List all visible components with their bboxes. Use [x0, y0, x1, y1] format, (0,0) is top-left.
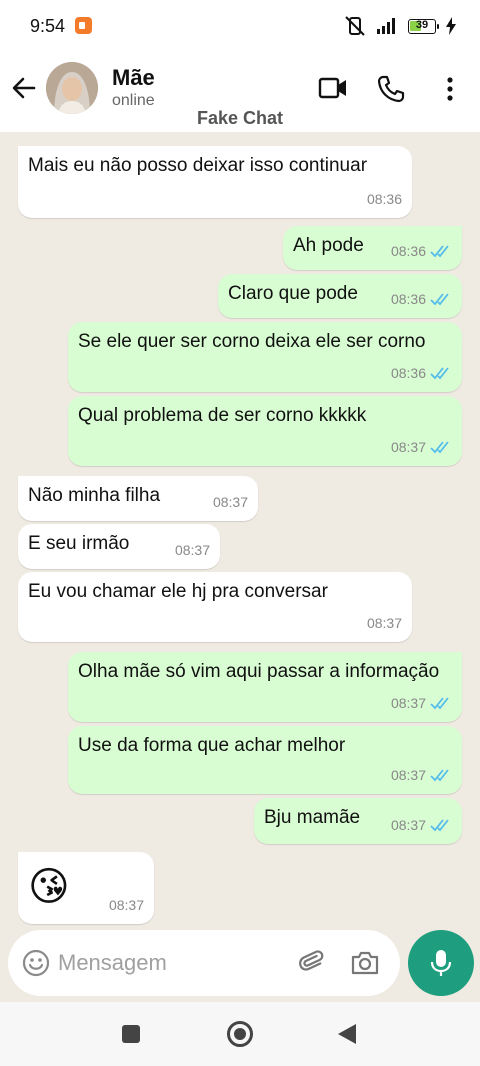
message-meta: 08:37	[391, 690, 452, 716]
contact-name[interactable]: Mãe	[112, 65, 155, 91]
message-text: Use da forma que achar melhor	[78, 735, 346, 756]
message-outgoing[interactable]: Claro que pode 08:36	[218, 274, 462, 318]
mic-icon	[429, 948, 453, 978]
message-text: Olha mãe só vim aqui passar a informação	[78, 661, 440, 682]
message-meta: 08:36	[367, 186, 402, 212]
message-meta: 08:37	[109, 892, 144, 918]
message-input[interactable]	[58, 948, 278, 978]
message-meta: 08:37	[391, 812, 452, 838]
message-meta: 08:36	[391, 360, 452, 386]
read-ticks-icon	[430, 697, 449, 710]
message-time: 08:36	[390, 243, 426, 259]
message-time: 08:37	[174, 542, 210, 558]
message-text: Ah pode	[293, 235, 364, 256]
message-time: 08:37	[366, 615, 402, 631]
message-incoming[interactable]: Eu vou chamar ele hj pra conversar 08:37	[18, 572, 412, 642]
message-incoming[interactable]: E seu irmão 08:37	[18, 524, 220, 569]
read-ticks-icon	[430, 293, 449, 306]
status-time: 9:54	[30, 16, 66, 36]
avatar[interactable]	[46, 62, 98, 114]
message-meta: 08:37	[391, 762, 452, 788]
status-bar: 9:54 39	[0, 0, 480, 52]
message-text: Claro que pode	[228, 283, 358, 304]
message-text: Eu vou chamar ele hj pra conversar	[28, 581, 328, 602]
message-meta: 08:37	[175, 537, 210, 563]
message-outgoing[interactable]: Se ele quer ser corno deixa ele ser corn…	[68, 322, 462, 392]
message-incoming[interactable]: Mais eu não posso deixar isso continuar …	[18, 146, 412, 218]
read-ticks-icon	[430, 819, 449, 832]
battery-icon: 39	[408, 18, 439, 34]
home-icon[interactable]	[227, 1021, 253, 1047]
message-text: Mais eu não posso deixar isso continuar	[28, 155, 368, 176]
message-meta: 08:36	[391, 286, 452, 312]
message-time: 08:37	[390, 767, 426, 783]
message-outgoing[interactable]: Olha mãe só vim aqui passar a informação…	[68, 652, 462, 722]
read-ticks-icon	[430, 367, 449, 380]
message-time: 08:37	[108, 897, 144, 913]
message-meta: 08:37	[391, 434, 452, 460]
recents-icon[interactable]	[122, 1025, 140, 1043]
message-incoming[interactable]: 😘 08:37	[18, 852, 154, 924]
message-text: Qual problema de ser corno kkkkk	[78, 405, 367, 426]
status-icons: 39	[344, 15, 456, 37]
attach-icon[interactable]	[298, 948, 328, 978]
camera-icon[interactable]	[350, 948, 380, 978]
message-outgoing[interactable]: Bju mamãe 08:37	[254, 798, 462, 844]
battery-level: 39	[415, 18, 429, 31]
more-vert-icon[interactable]	[440, 74, 460, 104]
message-time: 08:37	[390, 817, 426, 833]
screen-record-icon	[75, 17, 92, 34]
message-outgoing[interactable]: Qual problema de ser corno kkkkk 08:37	[68, 396, 462, 466]
message-time: 08:37	[390, 439, 426, 455]
back-arrow-icon[interactable]	[10, 74, 38, 102]
read-ticks-icon	[430, 245, 449, 258]
voice-message-button[interactable]	[408, 930, 474, 996]
message-time: 08:36	[366, 191, 402, 207]
message-meta: 08:37	[367, 610, 402, 636]
phone-icon[interactable]	[376, 74, 406, 104]
charging-icon	[446, 17, 456, 35]
watermark-label: Fake Chat	[196, 108, 284, 128]
video-call-icon[interactable]	[318, 74, 348, 102]
message-time: 08:36	[390, 365, 426, 381]
nav-back-icon[interactable]	[338, 1024, 356, 1044]
emoji-icon[interactable]	[22, 949, 50, 977]
message-incoming[interactable]: Não minha filha 08:37	[18, 476, 258, 521]
message-text: Se ele quer ser corno deixa ele ser corn…	[78, 331, 426, 352]
message-time: 08:37	[390, 695, 426, 711]
signal-icon	[376, 17, 398, 35]
vibrate-off-icon	[344, 15, 366, 37]
system-nav-bar	[0, 1002, 480, 1066]
message-text: E seu irmão	[28, 533, 130, 554]
message-emoji: 😘	[28, 865, 70, 909]
message-outgoing[interactable]: Ah pode 08:36	[283, 226, 462, 270]
read-ticks-icon	[430, 441, 449, 454]
message-composer	[8, 930, 400, 996]
read-ticks-icon	[430, 769, 449, 782]
message-text: Bju mamãe	[264, 807, 361, 828]
message-outgoing[interactable]: Use da forma que achar melhor 08:37	[68, 726, 462, 794]
message-meta: 08:37	[213, 489, 248, 515]
message-time: 08:37	[212, 494, 248, 510]
message-text: Não minha filha	[28, 485, 161, 506]
message-meta: 08:36	[391, 238, 452, 264]
message-time: 08:36	[390, 291, 426, 307]
